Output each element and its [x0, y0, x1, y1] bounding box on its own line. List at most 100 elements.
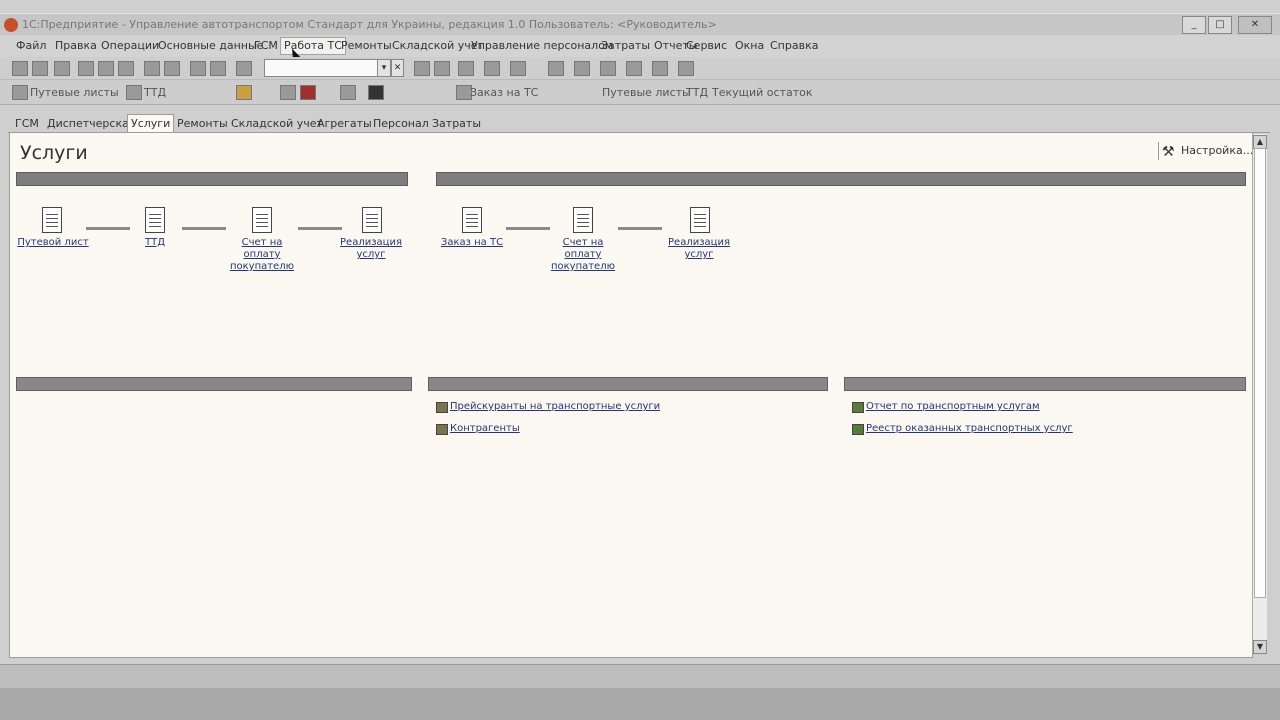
toolbar2-waybills-button[interactable]: Путевые листы	[30, 86, 119, 99]
tab-personnel[interactable]: Персонал	[370, 116, 432, 131]
scroll-up-icon[interactable]: ▲	[1253, 135, 1267, 149]
minimize-button[interactable]: _	[1182, 16, 1206, 34]
toolbar2-waybills2-button[interactable]: Путевые листы	[602, 86, 691, 99]
stack-icon[interactable]	[280, 85, 296, 100]
save-icon[interactable]	[54, 61, 70, 76]
chevron-down-icon[interactable]: ▾	[377, 59, 391, 77]
invoice2-link[interactable]: Счет на оплату покупателю	[543, 237, 623, 273]
order-link[interactable]: Заказ на ТС	[436, 237, 508, 249]
registry-doc-icon	[852, 424, 864, 435]
menu-file[interactable]: Файл	[13, 39, 49, 53]
invoice2-doc-icon[interactable]	[573, 207, 593, 233]
print-icon[interactable]	[144, 61, 160, 76]
price-list-link[interactable]: Прейскуранты на транспортные услуги	[450, 400, 660, 414]
scroll-down-icon[interactable]: ▼	[1253, 640, 1267, 654]
menu-repairs[interactable]: Ремонты	[338, 39, 395, 53]
menu-personnel[interactable]: Управление персоналом	[468, 39, 616, 53]
middle-panel-header	[428, 377, 828, 391]
toolbar2-ttd-button[interactable]: ТТД	[144, 86, 166, 99]
sales-link[interactable]: Реализация услуг	[336, 237, 406, 261]
search-input[interactable]	[264, 59, 378, 77]
clear-search-icon[interactable]: ✕	[391, 59, 404, 77]
table-icon[interactable]	[548, 61, 564, 76]
tab-repairs[interactable]: Ремонты	[174, 116, 231, 131]
sales-doc-icon[interactable]	[362, 207, 382, 233]
window-titlebar: 1С:Предприятие - Управление автотранспор…	[0, 13, 1280, 36]
menu-help[interactable]: Справка	[767, 39, 821, 53]
ttd-doc-icon[interactable]	[145, 207, 165, 233]
section-tabs: ГСМ Диспетчерская Услуги Ремонты Складск…	[8, 114, 1270, 133]
left-panel-header	[16, 377, 412, 391]
order-doc-icon[interactable]	[462, 207, 482, 233]
paste-icon[interactable]	[118, 61, 134, 76]
toolbar2-ttd2-button[interactable]: ТТД	[686, 86, 708, 99]
text-icon[interactable]	[574, 61, 590, 76]
waybill-doc-icon[interactable]	[42, 207, 62, 233]
document-icon[interactable]	[340, 85, 356, 100]
flow-connector	[182, 227, 226, 230]
preview-icon[interactable]	[164, 61, 180, 76]
menu-edit[interactable]: Правка	[52, 39, 100, 53]
ttd-link[interactable]: ТТД	[132, 237, 178, 249]
left-panel	[17, 391, 411, 653]
report-icon[interactable]	[626, 61, 642, 76]
flow-connector	[298, 227, 342, 230]
invoice-link[interactable]: Счет на оплату покупателю	[222, 237, 302, 273]
fuel-icon[interactable]	[368, 85, 384, 100]
sales2-doc-icon[interactable]	[690, 207, 710, 233]
copy-icon[interactable]	[98, 61, 114, 76]
help-icon[interactable]	[510, 61, 526, 76]
settings-button[interactable]: Настройка...	[1158, 142, 1253, 160]
waybill-icon	[12, 85, 28, 100]
services-registry-link[interactable]: Реестр оказанных транспортных услуг	[866, 422, 1073, 436]
invoice-doc-icon[interactable]	[252, 207, 272, 233]
tab-dispatch[interactable]: Диспетчерская	[44, 116, 138, 131]
open-folder-icon[interactable]	[32, 61, 48, 76]
find-icon[interactable]	[236, 61, 252, 76]
toolbar2-balance-button[interactable]: Текущий остаток	[712, 86, 813, 99]
settings-tool-icon[interactable]	[652, 61, 668, 76]
maximize-button[interactable]: □	[1208, 16, 1232, 34]
tab-units[interactable]: Агрегаты	[314, 116, 375, 131]
scrollbar-thumb[interactable]	[1254, 148, 1266, 598]
right-panel-header	[844, 377, 1246, 391]
flow-connector	[618, 227, 662, 230]
document-toolbar: Путевые листы ТТД Заказ на ТС Путевые ли…	[0, 80, 1280, 105]
calendar-icon[interactable]	[484, 61, 500, 76]
app-logo-icon	[4, 18, 18, 32]
info-icon[interactable]	[678, 61, 694, 76]
tab-services[interactable]: Услуги	[127, 114, 175, 133]
cut-icon[interactable]	[78, 61, 94, 76]
sales2-link[interactable]: Реализация услуг	[664, 237, 734, 261]
toolbar2-order-button[interactable]: Заказ на ТС	[470, 86, 538, 99]
menu-windows[interactable]: Окна	[732, 39, 767, 53]
bookmark-icon[interactable]	[300, 85, 316, 100]
menu-costs[interactable]: Затраты	[598, 39, 653, 53]
contractors-link[interactable]: Контрагенты	[450, 422, 520, 436]
menu-service[interactable]: Сервис	[683, 39, 730, 53]
menu-main-data[interactable]: Основные данные	[155, 39, 266, 53]
search-prev-icon[interactable]	[434, 61, 450, 76]
search-next-icon[interactable]	[414, 61, 430, 76]
undo-icon[interactable]	[190, 61, 206, 76]
price-list-icon	[436, 402, 448, 413]
menu-fuel[interactable]: ГСМ	[251, 39, 281, 53]
window-title: 1С:Предприятие - Управление автотранспор…	[22, 18, 717, 31]
taskbar	[0, 688, 1280, 720]
flow-right-header	[436, 172, 1246, 186]
waybill-link[interactable]: Путевой лист	[14, 237, 92, 249]
tab-costs[interactable]: Затраты	[429, 116, 484, 131]
tab-warehouse[interactable]: Складской учет	[228, 116, 326, 131]
menu-operations[interactable]: Операции	[98, 39, 162, 53]
flow-left-header	[16, 172, 408, 186]
transport-report-link[interactable]: Отчет по транспортным услугам	[866, 400, 1040, 414]
report-doc-icon	[852, 402, 864, 413]
close-button[interactable]: ✕	[1238, 16, 1272, 34]
chart-icon[interactable]	[600, 61, 616, 76]
new-document-icon[interactable]	[12, 61, 28, 76]
calculator-icon[interactable]	[458, 61, 474, 76]
redo-icon[interactable]	[210, 61, 226, 76]
warning-icon[interactable]	[236, 85, 252, 100]
flow-connector	[86, 227, 130, 230]
tab-fuel[interactable]: ГСМ	[12, 116, 42, 131]
